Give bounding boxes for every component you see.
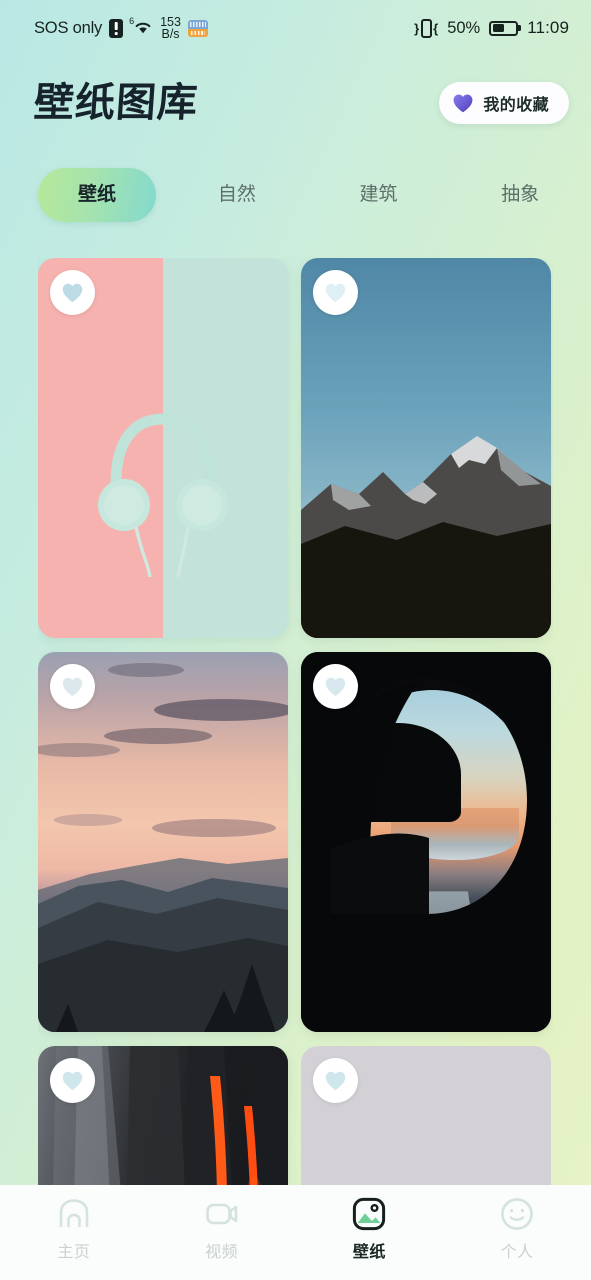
tab-architecture[interactable]: 建筑 <box>308 168 450 222</box>
heart-icon <box>453 94 473 113</box>
wallpaper-gallery-app: SOS only 6 153 B/s }{ 50% 11:09 壁纸图库 我的收… <box>0 0 591 1280</box>
tab-wallpaper[interactable]: 壁纸 <box>38 168 156 222</box>
favorite-button[interactable] <box>313 664 358 709</box>
favorite-button[interactable] <box>313 1058 358 1103</box>
status-bar-left: SOS only 6 153 B/s <box>34 15 208 41</box>
heart-icon <box>62 677 83 697</box>
nav-label-profile: 个人 <box>500 1244 534 1261</box>
wallpaper-card-snowy-mountain[interactable] <box>301 258 551 638</box>
wallpaper-card-embers[interactable] <box>38 1046 288 1185</box>
page-header: 壁纸图库 我的收藏 <box>0 72 591 134</box>
heart-icon <box>62 1071 83 1091</box>
nav-label-home: 主页 <box>57 1244 91 1261</box>
network-speed-unit: B/s <box>161 27 180 41</box>
wallpaper-thumbnail <box>301 258 551 638</box>
wallpaper-grid <box>38 258 553 1185</box>
favorite-button[interactable] <box>50 1058 95 1103</box>
my-favorites-label: 我的收藏 <box>483 97 549 114</box>
my-favorites-button[interactable]: 我的收藏 <box>439 82 569 124</box>
wallpaper-thumbnail <box>38 652 288 1032</box>
nav-item-video[interactable]: 视频 <box>148 1196 296 1262</box>
app-badge-icon <box>187 19 208 37</box>
heart-icon <box>325 1071 346 1091</box>
battery-percent-label: 50% <box>447 18 481 37</box>
nav-item-home[interactable]: 主页 <box>0 1196 148 1262</box>
favorite-button[interactable] <box>50 664 95 709</box>
carrier-label: SOS only <box>34 18 103 37</box>
video-icon <box>205 1196 239 1232</box>
wallpaper-card-pink-sunset[interactable] <box>38 652 288 1032</box>
image-icon <box>352 1196 386 1232</box>
heart-icon <box>325 283 346 303</box>
wallpaper-thumbnail <box>38 258 288 638</box>
tab-nature[interactable]: 自然 <box>166 168 308 222</box>
nav-item-wallpaper[interactable]: 壁纸 <box>296 1196 444 1262</box>
wifi-icon: 6 <box>129 17 153 38</box>
status-bar-right: }{ 50% 11:09 <box>414 18 569 38</box>
bottom-navigation: 主页 视频 壁纸 个人 <box>0 1185 591 1280</box>
profile-smiley-icon <box>500 1196 534 1232</box>
favorite-button[interactable] <box>313 270 358 315</box>
clock-label: 11:09 <box>527 18 569 37</box>
status-bar: SOS only 6 153 B/s }{ 50% 11:09 <box>0 0 591 56</box>
heart-icon <box>62 283 83 303</box>
exclamation-badge-icon <box>109 18 124 38</box>
favorite-button[interactable] <box>50 270 95 315</box>
wallpaper-card-headphones[interactable] <box>38 258 288 638</box>
wallpaper-thumbnail <box>301 652 551 1032</box>
nav-label-video: 视频 <box>205 1244 239 1261</box>
wallpaper-card-tunnel-sunset[interactable] <box>301 652 551 1032</box>
wallpaper-card-placeholder[interactable] <box>301 1046 551 1185</box>
heart-icon <box>325 677 346 697</box>
nav-item-profile[interactable]: 个人 <box>443 1196 591 1262</box>
nav-label-wallpaper: 壁纸 <box>352 1244 386 1261</box>
category-tabs: 壁纸 自然 建筑 抽象 <box>0 168 591 222</box>
page-title: 壁纸图库 <box>32 80 200 126</box>
battery-icon <box>489 20 519 36</box>
tab-abstract[interactable]: 抽象 <box>449 168 591 222</box>
network-speed: 153 B/s <box>160 15 181 41</box>
home-icon <box>57 1196 91 1232</box>
vibrate-icon: }{ <box>414 18 439 38</box>
